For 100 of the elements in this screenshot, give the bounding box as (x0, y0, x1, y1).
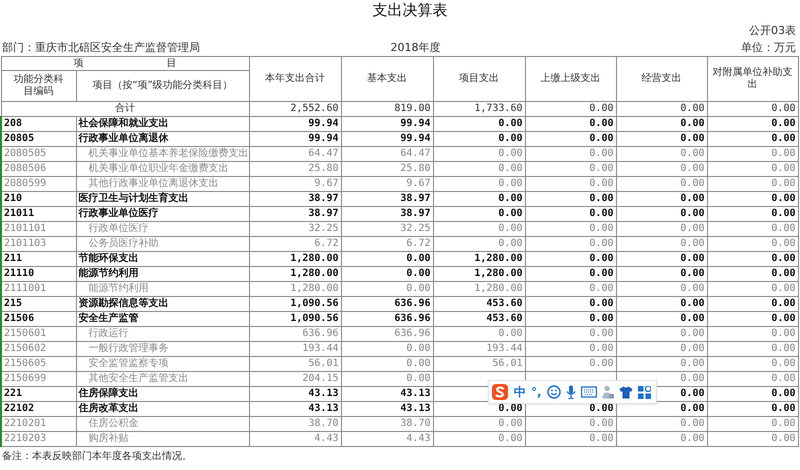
table-cell: 0.00 (525, 296, 616, 312)
table-cell: 2150602 (1, 342, 76, 356)
table-cell: 1,280.00 (433, 266, 525, 282)
table-cell: 0.00 (525, 236, 616, 252)
table-cell: 0.00 (707, 102, 798, 116)
table-cell: 0.00 (707, 416, 798, 432)
table-cell: 636.96 (249, 326, 341, 342)
microphone-icon[interactable] (566, 385, 576, 399)
table-cell: 0.00 (433, 432, 525, 446)
table-cell: 0.00 (616, 192, 707, 206)
table-cell: 0.00 (707, 432, 798, 446)
table-cell: 193.44 (433, 342, 525, 356)
table-cell: 56.01 (433, 356, 525, 372)
table-cell: 453.60 (433, 296, 525, 312)
table-cell: 2080599 (1, 176, 76, 192)
table-cell: 0.00 (525, 326, 616, 342)
smiley-icon[interactable] (546, 385, 561, 399)
table-cell: 0.00 (525, 356, 616, 372)
punctuation-toggle[interactable]: °, (531, 385, 542, 399)
table-cell: 0.00 (707, 192, 798, 206)
table-cell: 公务员医疗补助 (76, 236, 249, 252)
table-cell: 购房补贴 (76, 432, 249, 446)
table-cell: 机关事业单位基本养老保险缴费支出 (76, 146, 249, 162)
table-cell: 0.00 (707, 176, 798, 192)
header-cell: 本年支出合计 (249, 56, 341, 102)
table-cell: 一般行政管理事务 (76, 342, 249, 356)
table-cell: 43.13 (341, 402, 433, 416)
table-cell: 0.00 (707, 386, 798, 402)
table-cell: 节能环保支出 (76, 252, 249, 266)
table-cell: 221 (1, 386, 76, 402)
table-cell: 636.96 (341, 296, 433, 312)
table-cell: 1,090.56 (249, 296, 341, 312)
table-cell: 0.00 (707, 116, 798, 132)
header-cell: 上缴上级支出 (525, 56, 616, 102)
table-cell: 0.00 (341, 342, 433, 356)
table-cell: 4.43 (341, 432, 433, 446)
table-cell: 25.80 (341, 162, 433, 176)
table-cell: 0.00 (707, 252, 798, 266)
table-cell: 0.00 (525, 132, 616, 146)
table-cell: 32.25 (341, 222, 433, 236)
input-mode-toggle[interactable]: 中 (514, 384, 526, 400)
table-cell: 32.25 (249, 222, 341, 236)
table-cell: 0.00 (707, 312, 798, 326)
table-cell: 0.00 (525, 266, 616, 282)
logo-icon[interactable] (491, 383, 509, 401)
header-cell: 功能分类科目编码 (1, 70, 76, 102)
table-cell: 0.00 (616, 206, 707, 222)
table-cell: 行政事业单位离退休 (76, 132, 249, 146)
table-cell: 64.47 (249, 146, 341, 162)
table-cell: 43.13 (249, 386, 341, 402)
table-cell: 22102 (1, 402, 76, 416)
table-cell: 2210201 (1, 416, 76, 432)
table-cell: 21506 (1, 312, 76, 326)
table-cell: 0.00 (433, 192, 525, 206)
table-cell: 0.00 (433, 222, 525, 236)
table-cell: 38.97 (249, 206, 341, 222)
table-cell: 合计 (1, 102, 249, 116)
table-cell: 0.00 (707, 132, 798, 146)
table-cell: 0.00 (616, 282, 707, 296)
shirt-icon[interactable] (618, 386, 633, 398)
table-cell: 21011 (1, 206, 76, 222)
table-cell: 0.00 (707, 206, 798, 222)
table-cell: 0.00 (341, 356, 433, 372)
table-cell: 1,280.00 (433, 252, 525, 266)
table-cell: 1,280.00 (249, 252, 341, 266)
table-cell: 2101101 (1, 222, 76, 236)
table-cell: 0.00 (707, 372, 798, 386)
table-cell: 208 (1, 116, 76, 132)
table-cell: 2101103 (1, 236, 76, 252)
keyboard-icon[interactable] (580, 386, 597, 398)
table-cell: 0.00 (525, 252, 616, 266)
header-cell: 基本支出 (341, 56, 433, 102)
table-cell: 能源节约利用 (76, 282, 249, 296)
table-cell: 0.00 (341, 252, 433, 266)
table-cell: 0.00 (707, 296, 798, 312)
table-cell: 0.00 (707, 282, 798, 296)
table-cell: 0.00 (433, 162, 525, 176)
table-cell: 636.96 (341, 326, 433, 342)
table-cell: 0.00 (707, 356, 798, 372)
table-cell: 2111001 (1, 282, 76, 296)
table-cell: 9.67 (249, 176, 341, 192)
table-cell: 0.00 (433, 206, 525, 222)
table-cell: 2210203 (1, 432, 76, 446)
table-cell: 0.00 (433, 116, 525, 132)
table-cell: 1,280.00 (433, 282, 525, 296)
table-cell: 0.00 (341, 266, 433, 282)
form-number: 公开03表 (749, 23, 796, 38)
table-cell: 25.80 (249, 162, 341, 176)
footnote: 备注：本表反映部门本年度各项支出情况。 (1, 450, 193, 463)
table-cell: 能源节约利用 (76, 266, 249, 282)
table-cell: 住房改革支出 (76, 402, 249, 416)
table-cell: 0.00 (616, 176, 707, 192)
table-cell: 0.00 (616, 312, 707, 326)
table-cell: 0.00 (433, 132, 525, 146)
table-cell: 43.13 (249, 402, 341, 416)
table-cell: 0.00 (616, 236, 707, 252)
person-icon[interactable] (602, 385, 614, 399)
table-cell: 0.00 (525, 432, 616, 446)
grid-icon[interactable] (638, 386, 651, 398)
table-cell: 0.00 (525, 312, 616, 326)
